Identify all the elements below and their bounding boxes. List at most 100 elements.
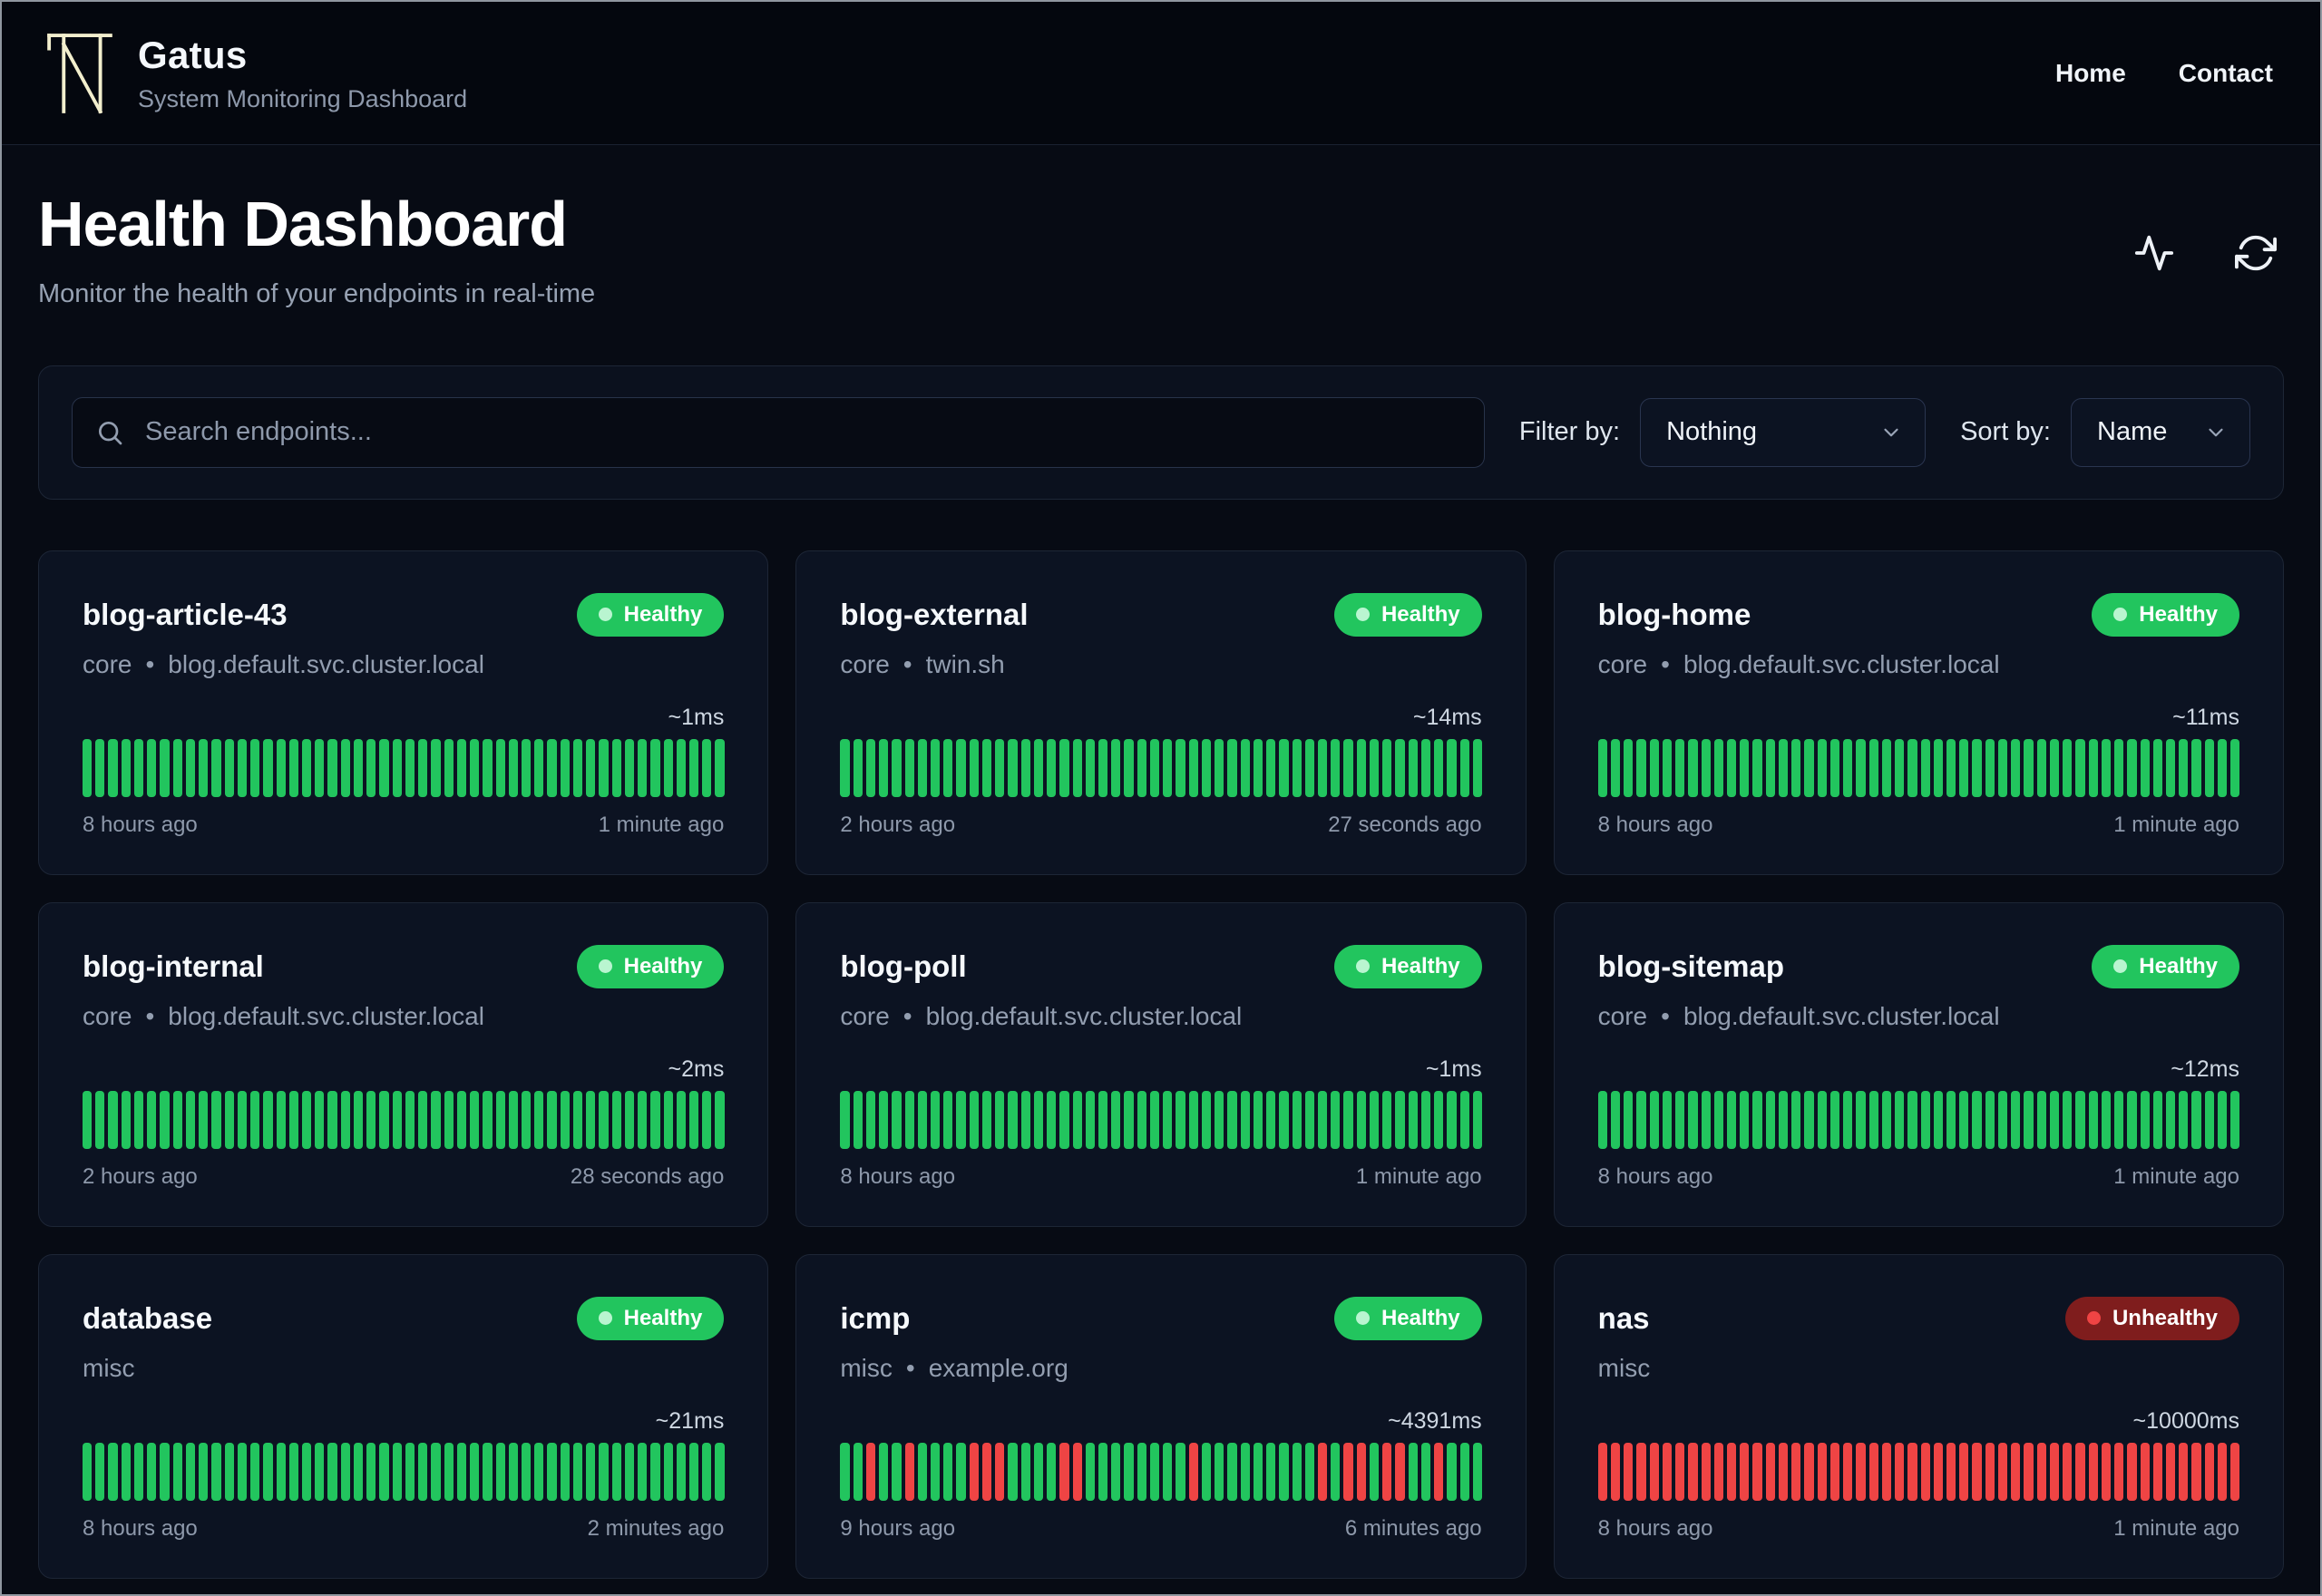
health-bar[interactable] (392, 1090, 402, 1149)
health-bar[interactable] (288, 738, 298, 797)
health-bar[interactable] (1829, 1090, 1840, 1149)
health-bar[interactable] (865, 738, 876, 797)
health-bar[interactable] (956, 1442, 966, 1501)
health-bar[interactable] (1610, 1442, 1621, 1501)
health-bar[interactable] (2114, 1442, 2124, 1501)
health-bar[interactable] (431, 738, 441, 797)
health-bar[interactable] (663, 738, 673, 797)
health-bar[interactable] (121, 1090, 131, 1149)
health-bar[interactable] (1997, 1090, 2008, 1149)
health-bar[interactable] (865, 1442, 876, 1501)
health-bar[interactable] (1343, 1090, 1353, 1149)
health-bar[interactable] (1382, 738, 1392, 797)
health-bar[interactable] (1675, 1442, 1685, 1501)
health-bar[interactable] (379, 738, 389, 797)
health-bar[interactable] (1304, 1442, 1314, 1501)
health-bar[interactable] (599, 1442, 609, 1501)
health-bar[interactable] (1881, 1442, 1892, 1501)
health-bar[interactable] (1907, 1442, 1917, 1501)
health-bar[interactable] (2063, 1090, 2073, 1149)
health-bar[interactable] (160, 738, 170, 797)
health-bar[interactable] (2165, 1090, 2176, 1149)
health-bar[interactable] (1395, 1442, 1405, 1501)
health-bar[interactable] (1881, 1090, 1892, 1149)
health-bar[interactable] (1933, 1442, 1943, 1501)
refresh-icon[interactable] (2235, 232, 2277, 274)
health-bar[interactable] (1356, 1442, 1366, 1501)
health-bar[interactable] (2011, 738, 2021, 797)
health-bar[interactable] (904, 1090, 914, 1149)
health-bar[interactable] (1408, 1090, 1418, 1149)
health-bar[interactable] (1972, 1442, 1982, 1501)
health-bar[interactable] (1946, 1090, 1956, 1149)
health-bar[interactable] (1124, 1090, 1134, 1149)
health-bar[interactable] (650, 1442, 660, 1501)
health-bar[interactable] (2075, 1442, 2085, 1501)
health-bar[interactable] (405, 1090, 415, 1149)
endpoint-card[interactable]: blog-home Healthy core • blog.default.sv… (1553, 550, 2284, 875)
health-bar[interactable] (534, 1442, 544, 1501)
health-bar[interactable] (95, 1090, 105, 1149)
health-bar[interactable] (211, 1090, 221, 1149)
health-bar[interactable] (969, 738, 979, 797)
endpoint-card[interactable]: blog-poll Healthy core • blog.default.sv… (795, 901, 1527, 1227)
health-bar[interactable] (1395, 1090, 1405, 1149)
health-bar[interactable] (1649, 738, 1659, 797)
health-bar[interactable] (2152, 1442, 2162, 1501)
health-bar[interactable] (508, 1090, 518, 1149)
health-bar[interactable] (1369, 738, 1380, 797)
health-bar[interactable] (1253, 1090, 1263, 1149)
health-bar[interactable] (1856, 1090, 1866, 1149)
health-bar[interactable] (1420, 738, 1431, 797)
health-bar[interactable] (108, 738, 118, 797)
health-bar[interactable] (853, 1090, 863, 1149)
health-bar[interactable] (327, 1090, 337, 1149)
health-bar[interactable] (534, 1090, 544, 1149)
health-bar[interactable] (2101, 1442, 2112, 1501)
health-bar[interactable] (483, 1090, 493, 1149)
health-bar[interactable] (1727, 1442, 1737, 1501)
health-bar[interactable] (1447, 738, 1457, 797)
health-bar[interactable] (340, 1442, 350, 1501)
health-bar[interactable] (185, 738, 196, 797)
health-bar[interactable] (1059, 1090, 1069, 1149)
health-bar[interactable] (1972, 1090, 1982, 1149)
health-bar[interactable] (1304, 1090, 1314, 1149)
health-bar[interactable] (2127, 1442, 2137, 1501)
health-bar[interactable] (676, 738, 687, 797)
health-bar[interactable] (572, 1090, 583, 1149)
health-bar[interactable] (1369, 1442, 1380, 1501)
health-bar[interactable] (172, 1442, 182, 1501)
health-bar[interactable] (1098, 738, 1108, 797)
health-bar[interactable] (676, 1090, 687, 1149)
health-bar[interactable] (1804, 1090, 1814, 1149)
health-bar[interactable] (611, 1442, 621, 1501)
health-bar[interactable] (2063, 738, 2073, 797)
health-bar[interactable] (865, 1090, 876, 1149)
health-bar[interactable] (1933, 738, 1943, 797)
health-bar[interactable] (1085, 1442, 1096, 1501)
health-bar[interactable] (1059, 1442, 1069, 1501)
health-bar[interactable] (1985, 1090, 1995, 1149)
health-bar[interactable] (1727, 738, 1737, 797)
health-bar[interactable] (1752, 1442, 1762, 1501)
health-bar[interactable] (1701, 1442, 1711, 1501)
health-bar[interactable] (638, 1090, 648, 1149)
health-bar[interactable] (1740, 738, 1750, 797)
health-bar[interactable] (904, 738, 914, 797)
health-bar[interactable] (638, 1442, 648, 1501)
health-bar[interactable] (1111, 1442, 1121, 1501)
health-bar[interactable] (611, 1090, 621, 1149)
health-bar[interactable] (1472, 1442, 1483, 1501)
health-bar[interactable] (995, 738, 1005, 797)
health-bar[interactable] (650, 1090, 660, 1149)
health-bar[interactable] (969, 1090, 979, 1149)
health-bar[interactable] (1331, 1442, 1341, 1501)
health-bar[interactable] (917, 1442, 927, 1501)
health-bar[interactable] (638, 738, 648, 797)
health-bar[interactable] (1624, 738, 1634, 797)
health-bar[interactable] (1072, 738, 1082, 797)
health-bar[interactable] (1688, 1090, 1698, 1149)
health-bar[interactable] (95, 738, 105, 797)
health-bar[interactable] (892, 738, 902, 797)
